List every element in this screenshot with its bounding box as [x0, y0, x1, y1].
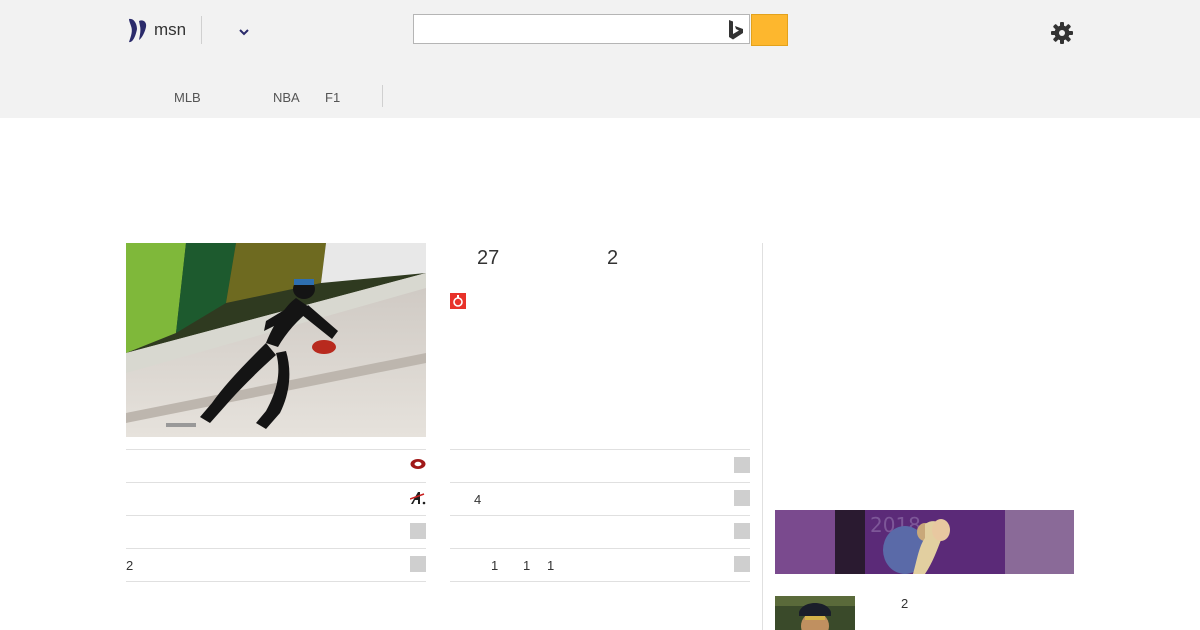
row-divider	[126, 449, 426, 450]
placeholder-icon	[410, 556, 426, 572]
row-divider	[126, 515, 426, 516]
nav-item-nba[interactable]: NBA	[273, 90, 300, 105]
search-input[interactable]	[413, 14, 750, 44]
sidebar-thumbnail	[775, 596, 855, 630]
placeholder-icon	[734, 523, 750, 539]
row-divider	[450, 482, 750, 483]
header-divider	[201, 16, 202, 44]
placeholder-icon	[734, 457, 750, 473]
hero-story-image[interactable]	[126, 243, 426, 437]
nav-item-f1[interactable]: F1	[325, 90, 340, 105]
butterfly-icon	[129, 18, 147, 43]
list-item-text: 4	[474, 492, 482, 507]
placeholder-icon	[734, 556, 750, 572]
row-divider	[450, 449, 750, 450]
row-divider	[126, 581, 426, 582]
row-divider	[450, 548, 750, 549]
header-bar: msn MLB NBA F1	[0, 0, 1200, 118]
score-away: 2	[607, 247, 619, 269]
search-button[interactable]	[751, 14, 788, 46]
placeholder-icon	[410, 523, 426, 539]
gear-icon[interactable]	[1050, 21, 1074, 45]
score-home: 27	[477, 247, 500, 269]
chevron-down-icon[interactable]	[236, 24, 252, 40]
source-badge-icon	[450, 293, 466, 309]
red-oval-logo-icon	[410, 459, 426, 469]
column-divider	[762, 243, 763, 630]
list-item-text: 1	[547, 558, 555, 573]
a-logo-icon	[410, 492, 426, 505]
list-item-text: 1	[491, 558, 499, 573]
list-item-text: 2	[126, 558, 134, 573]
row-divider	[450, 515, 750, 516]
logo-text: msn	[154, 20, 187, 39]
row-divider	[126, 548, 426, 549]
msn-logo[interactable]: msn	[126, 16, 186, 44]
row-divider	[450, 581, 750, 582]
nav-divider	[382, 85, 383, 107]
sidebar-item-text: 2	[901, 596, 909, 611]
placeholder-icon	[734, 490, 750, 506]
nav-item-mlb[interactable]: MLB	[174, 90, 201, 105]
list-item-text: 1	[523, 558, 531, 573]
bing-icon	[729, 20, 743, 40]
row-divider	[126, 482, 426, 483]
sidebar-story-image[interactable]: 2018	[775, 510, 1074, 574]
